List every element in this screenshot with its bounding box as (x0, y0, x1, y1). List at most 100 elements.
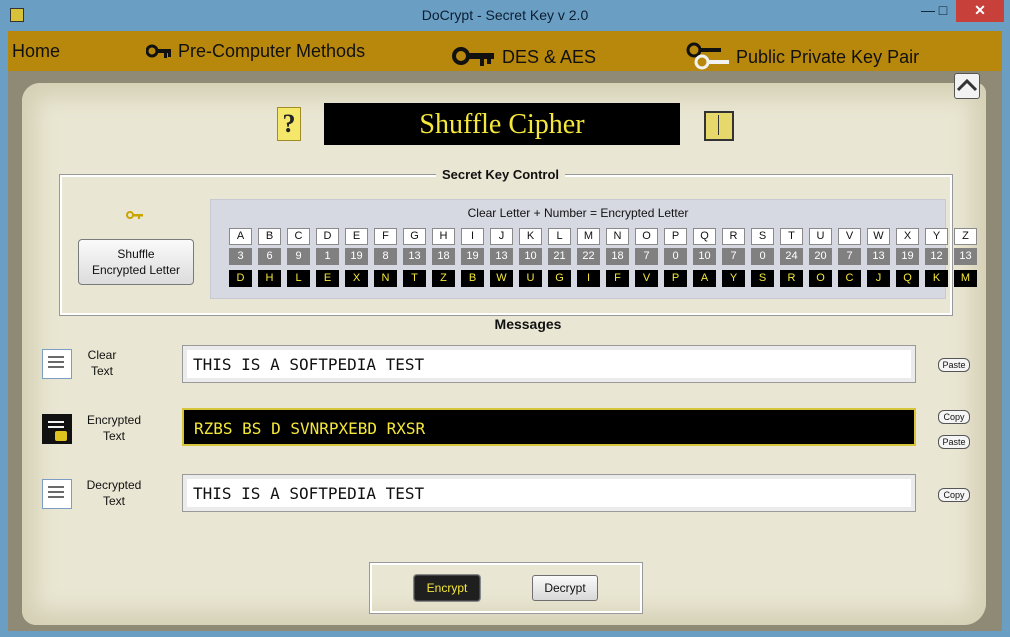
clear-letter-cell: O (635, 228, 658, 245)
key-number-cell: 12 (925, 248, 948, 265)
menu-home-label: Home (12, 40, 61, 61)
clear-letter-cell: P (664, 228, 687, 245)
encrypted-letter-cell: D (229, 270, 252, 287)
decrypted-text-field[interactable]: THIS IS A SOFTPEDIA TEST (182, 474, 916, 512)
encrypted-letter-cell: S (751, 270, 774, 287)
book-icon[interactable] (704, 111, 734, 141)
menu-public-private-label: Public Private Key Pair (736, 46, 920, 67)
clear-letter-cell: S (751, 228, 774, 245)
clear-text-label: Clear Text (87, 348, 117, 378)
key-number-cell: 9 (287, 248, 310, 265)
collapse-up-button[interactable] (954, 73, 980, 99)
clear-letter-cell: T (780, 228, 803, 245)
key-number-cell: 10 (519, 248, 542, 265)
decrypted-text-label: Decrypted Text (86, 478, 142, 508)
alphabet-panel: Clear Letter + Number = Encrypted Letter… (210, 199, 977, 299)
clear-letter-cell: K (519, 228, 542, 245)
clear-letter-cell: N (606, 228, 629, 245)
encrypted-letter-cell: K (925, 270, 948, 287)
key-number-cell: 18 (606, 248, 629, 265)
encrypted-letter-cell: I (577, 270, 600, 287)
key-number-cell: 8 (374, 248, 397, 265)
clear-letter-cell: W (867, 228, 890, 245)
encrypted-paste-button[interactable]: Paste (938, 435, 970, 449)
locked-document-icon (42, 414, 72, 444)
key-number-cell: 10 (693, 248, 716, 265)
encrypted-letter-cell: Y (722, 270, 745, 287)
encrypted-letter-cell: F (606, 270, 629, 287)
clear-letter-cell: Z (954, 228, 977, 245)
decrypt-button[interactable]: Decrypt (532, 575, 598, 601)
encrypted-letter-cell: A (693, 270, 716, 287)
key-number-cell: 7 (722, 248, 745, 265)
shuffle-button-label: Shuffle Encrypted Letter (91, 247, 181, 277)
decrypted-copy-button[interactable]: Copy (938, 488, 970, 502)
key-number-cell: 19 (461, 248, 484, 265)
encrypted-letter-cell: Z (432, 270, 455, 287)
key-number-cell: 0 (664, 248, 687, 265)
secret-key-control-panel: Secret Key Control Shuffle Encrypted Let… (60, 167, 977, 315)
key-number-cell: 18 (432, 248, 455, 265)
clear-letter-cell: I (461, 228, 484, 245)
encrypted-letter-cell: X (345, 270, 368, 287)
clear-letter-cell: F (374, 228, 397, 245)
encrypted-letter-cell: O (809, 270, 832, 287)
maximize-button[interactable]: □ (930, 0, 956, 22)
key-number-cell: 7 (635, 248, 658, 265)
encrypted-letter-cell: L (287, 270, 310, 287)
clear-letter-cell: J (490, 228, 513, 245)
key-number-cell: 3 (229, 248, 252, 265)
encrypted-letter-cell: R (780, 270, 803, 287)
menu-bar: Home Pre-Computer Methods DES & AES Publ… (8, 31, 1002, 71)
key-number-cell: 0 (751, 248, 774, 265)
clear-letter-cell: B (258, 228, 281, 245)
clear-letters-row: ABCDEFGHIJKLMNOPQRSTUVWXYZ (229, 228, 977, 245)
clear-letter-cell: L (548, 228, 571, 245)
encrypt-button[interactable]: Encrypt (414, 575, 480, 601)
key-number-cell: 19 (896, 248, 919, 265)
clear-letter-cell: H (432, 228, 455, 245)
menu-pre-computer-label: Pre-Computer Methods (178, 40, 366, 61)
close-button[interactable]: ✕ (956, 0, 1004, 22)
encrypted-letter-cell: Q (896, 270, 919, 287)
encrypted-letter-cell: H (258, 270, 281, 287)
key-number-cell: 13 (403, 248, 426, 265)
key-number-cell: 13 (867, 248, 890, 265)
menu-home[interactable]: Home (12, 31, 60, 71)
clear-text-field[interactable]: THIS IS A SOFTPEDIA TEST (182, 345, 916, 383)
key-numbers-row: 3 6 9 1 19 8 13 18 19 13 10 21 22 18 7 0 10 7 0 24 20 7 13 19 12… (229, 248, 977, 265)
key-number-cell: 6 (258, 248, 281, 265)
help-icon[interactable]: ? (277, 107, 301, 141)
clear-letter-cell: X (896, 228, 919, 245)
window-title: DoCrypt - Secret Key v 2.0 (421, 7, 589, 23)
key-number-cell: 24 (780, 248, 803, 265)
encrypted-letter-cell: V (635, 270, 658, 287)
clear-letter-cell: V (838, 228, 861, 245)
clear-letter-cell: G (403, 228, 426, 245)
encrypted-letter-cell: E (316, 270, 339, 287)
encrypted-letter-cell: B (461, 270, 484, 287)
menu-pre-computer-methods[interactable]: Pre-Computer Methods (146, 31, 365, 71)
encrypted-letter-cell: J (867, 270, 890, 287)
clear-letter-cell: C (287, 228, 310, 245)
encrypted-text-field[interactable]: RZBS BS D SVNRPXEBD RXSR (182, 408, 916, 446)
main-content: ? Shuffle Cipher Secret Key Control Shuf… (8, 71, 1002, 631)
encrypted-copy-button[interactable]: Copy (938, 410, 970, 424)
key-number-cell: 22 (577, 248, 600, 265)
clear-letter-cell: R (722, 228, 745, 245)
key-number-cell: 13 (490, 248, 513, 265)
alphabet-caption: Clear Letter + Number = Encrypted Letter (467, 206, 689, 220)
key-number-cell: 21 (548, 248, 571, 265)
messages-title: Messages (494, 316, 562, 332)
key-icon (452, 47, 494, 66)
encrypted-letter-cell: T (403, 270, 426, 287)
key-icon (126, 211, 143, 219)
encrypted-letter-cell: N (374, 270, 397, 287)
clear-letter-cell: A (229, 228, 252, 245)
key-icon (146, 44, 171, 58)
shuffle-encrypted-letter-button[interactable]: Shuffle Encrypted Letter (78, 239, 194, 285)
key-number-cell: 13 (954, 248, 977, 265)
clear-paste-button[interactable]: Paste (938, 358, 970, 372)
clear-letter-cell: Y (925, 228, 948, 245)
key-number-cell: 1 (316, 248, 339, 265)
